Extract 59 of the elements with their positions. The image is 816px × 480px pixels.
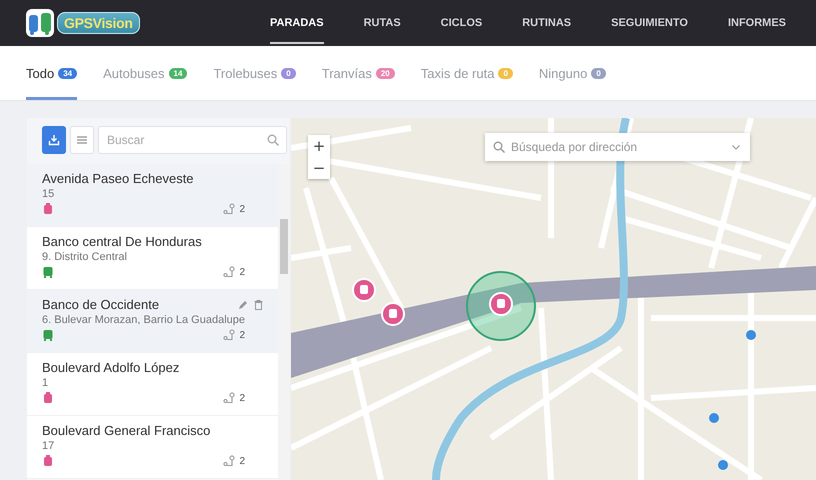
tab-label: Tranvías	[322, 66, 372, 80]
filter-tab[interactable]: Todo 34	[26, 46, 78, 100]
delete-icon[interactable]	[254, 300, 263, 310]
logo-text: GPSVision	[57, 12, 140, 34]
tab-label: Ninguno	[538, 66, 588, 80]
stop-detail: 6. Bulevar Morazan, Barrio La Guadalupe	[42, 314, 246, 326]
route-count: 2	[239, 330, 245, 340]
download-button[interactable]	[42, 126, 66, 154]
nav-link[interactable]: INFORMES	[728, 2, 786, 44]
nav-link[interactable]: RUTINAS	[522, 2, 572, 44]
nav-link[interactable]: CICLOS	[440, 2, 482, 44]
search-field[interactable]: Buscar	[98, 126, 287, 154]
download-icon	[48, 134, 60, 146]
nav-link[interactable]: RUTAS	[364, 2, 401, 44]
stop-name: Avenida Paseo Echeveste	[42, 171, 194, 186]
stop-detail: 15	[42, 188, 56, 200]
route-count: 2	[239, 204, 245, 214]
count-badge: 20	[376, 68, 395, 78]
stop-name: Boulevard Adolfo López	[42, 360, 180, 375]
tab-label: Taxis de ruta	[420, 66, 494, 80]
tab-label: Todo	[26, 66, 54, 80]
stop-detail: 9. Distrito Central	[42, 251, 128, 263]
stop-list-item[interactable]: Boulevard Adolfo López 1 2	[27, 353, 278, 416]
stop-list-item[interactable]: Boulevard General Francisco 17 2	[27, 416, 278, 479]
nav-link[interactable]: PARADAS	[270, 2, 324, 44]
tab-label: Trolebuses	[213, 66, 278, 80]
stop-list-item[interactable]: Banco de Occidente 6. Bulevar Morazan, Barrio La Guadalupe 2	[27, 290, 278, 353]
search-icon	[267, 134, 279, 146]
route-icon	[223, 266, 236, 278]
zoom-in-button[interactable]: +	[308, 135, 330, 157]
route-icon	[223, 203, 236, 215]
tab-label: Autobuses	[103, 66, 165, 80]
route-icon	[223, 455, 236, 467]
nav-link[interactable]: SEGUIMIENTO	[611, 2, 688, 44]
zoom-out-button[interactable]: −	[308, 157, 330, 179]
edit-icon[interactable]	[238, 300, 248, 310]
stop-detail: 1	[42, 377, 50, 389]
logo-icon	[26, 9, 54, 37]
stop-name: Banco central De Honduras	[42, 234, 202, 249]
stop-list-item[interactable]: Banco central De Honduras 9. Distrito Central 2	[27, 227, 278, 290]
count-badge: 0	[591, 68, 606, 78]
count-badge: 0	[498, 68, 513, 78]
count-badge: 14	[168, 68, 188, 78]
list-view-button[interactable]	[70, 126, 94, 154]
route-icon	[223, 329, 236, 341]
stop-name: Boulevard General Francisco	[42, 423, 210, 438]
stop-detail: 17	[42, 440, 56, 452]
route-count: 2	[239, 266, 245, 278]
scrollbar[interactable]	[278, 164, 290, 480]
route-count: 2	[239, 456, 245, 466]
route-icon	[223, 392, 236, 404]
count-badge: 34	[58, 68, 78, 78]
route-count: 2	[239, 392, 245, 404]
list-icon	[77, 136, 87, 144]
address-search-field[interactable]: Búsqueda por dirección	[485, 133, 750, 161]
chevron-down-icon[interactable]	[732, 145, 740, 150]
count-badge: 0	[281, 68, 296, 78]
stop-name: Banco de Occidente	[42, 297, 160, 312]
stop-list-item[interactable]: Avenida Paseo Echeveste 15 2	[27, 164, 278, 227]
